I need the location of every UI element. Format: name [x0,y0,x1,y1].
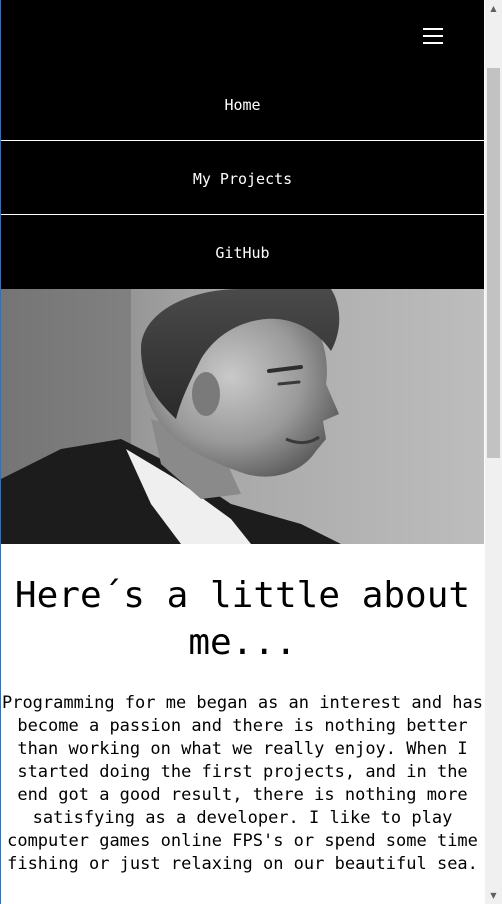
navbar: Home My Projects GitHub [1,0,484,289]
scroll-down-arrow-icon[interactable]: ▼ [485,887,502,904]
nav-divider [1,214,484,215]
nav-divider [1,140,484,141]
nav-item-label: GitHub [215,243,270,262]
vertical-scrollbar[interactable]: ▲ ▼ [485,0,502,904]
browser-viewport: Home My Projects GitHub Here´s a little … [0,0,502,904]
about-heading: Here´s a little about me... [14,575,471,663]
nav-item-label: Home [224,95,261,114]
scrollbar-thumb[interactable] [487,68,500,458]
profile-photo [1,289,484,544]
about-paragraph: Programming for me began as an interest … [1,693,484,874]
nav-item-label: My Projects [192,169,293,188]
hamburger-menu-icon[interactable] [419,20,449,50]
nav-item-home[interactable]: Home [1,68,484,141]
page: Home My Projects GitHub Here´s a little … [1,0,484,904]
scroll-up-arrow-icon[interactable]: ▲ [485,0,502,17]
nav-item-github[interactable]: GitHub [1,216,484,289]
nav-item-my-projects[interactable]: My Projects [1,142,484,215]
